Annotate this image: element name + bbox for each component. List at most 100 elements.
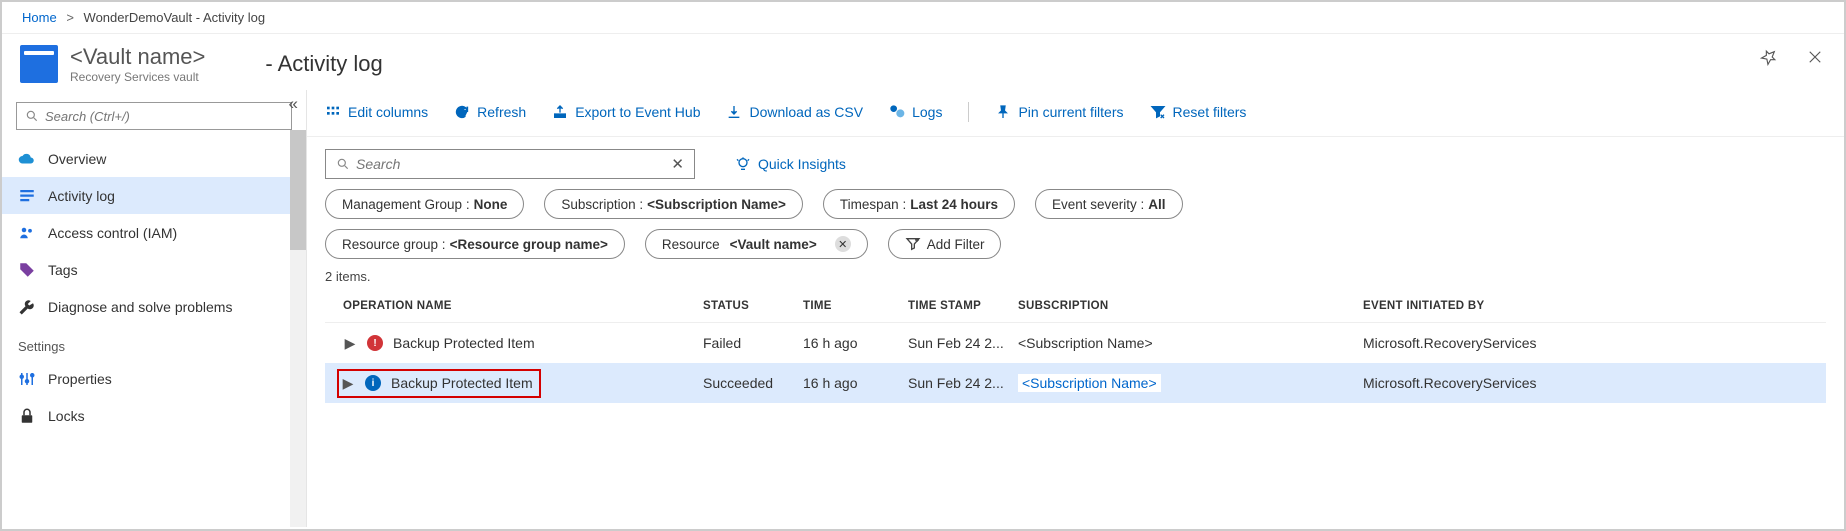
table-row[interactable]: ▶ ! Backup Protected Item Failed 16 h ag… [325, 323, 1826, 363]
highlighted-item: ▶ i Backup Protected Item [337, 369, 541, 398]
pin-icon[interactable] [1760, 48, 1778, 69]
sidebar-item-activity-log[interactable]: Activity log [2, 177, 306, 214]
breadcrumb-home[interactable]: Home [22, 10, 57, 25]
filter-resource-group[interactable]: Resource group : <Resource group name> [325, 229, 625, 259]
refresh-button[interactable]: Refresh [454, 104, 526, 120]
export-icon [552, 104, 568, 120]
cell-timestamp: Sun Feb 24 2... [908, 375, 1018, 391]
page-subtitle: Recovery Services vault [70, 70, 205, 84]
cell-time: 16 h ago [803, 335, 908, 351]
pill-label: Resource group : [342, 237, 446, 252]
filter-add-icon [905, 236, 921, 252]
cell-time: 16 h ago [803, 375, 908, 391]
clear-icon[interactable]: ✕ [671, 155, 684, 173]
table-row[interactable]: ▶ i Backup Protected Item Succeeded 16 h… [325, 363, 1826, 403]
cell-status: Succeeded [703, 375, 803, 391]
col-time[interactable]: TIME [803, 300, 908, 312]
cmd-label: Refresh [477, 104, 526, 120]
cmd-label: Reset filters [1173, 104, 1247, 120]
page-title: <Vault name> [70, 44, 205, 70]
sidebar-item-access-control[interactable]: Access control (IAM) [2, 214, 306, 251]
cmd-label: Download as CSV [749, 104, 863, 120]
divider [968, 102, 969, 122]
col-subscription[interactable]: SUBSCRIPTION [1018, 300, 1363, 312]
pill-label: Event severity : [1052, 197, 1144, 212]
pill-value: <Vault name> [730, 237, 817, 252]
filter-subscription[interactable]: Subscription : <Subscription Name> [544, 189, 803, 219]
pill-value: All [1148, 197, 1165, 212]
sidebar-search-input[interactable] [45, 109, 283, 124]
sliders-icon [18, 370, 36, 388]
filter-timespan[interactable]: Timespan : Last 24 hours [823, 189, 1015, 219]
quick-insights-button[interactable]: Quick Insights [735, 156, 846, 172]
cmd-label: Logs [912, 104, 942, 120]
info-icon: i [365, 375, 381, 391]
collapse-icon[interactable]: « [289, 94, 298, 114]
sidebar-scrollbar[interactable] [290, 130, 306, 527]
logs-button[interactable]: Logs [889, 104, 942, 120]
pill-label: Management Group : [342, 197, 470, 212]
quick-insights-label: Quick Insights [758, 156, 846, 172]
log-icon [18, 187, 36, 205]
main-panel: Edit columns Refresh Export to Event Hub… [307, 90, 1844, 527]
logs-icon [889, 104, 905, 120]
expand-icon[interactable]: ▶ [343, 335, 357, 352]
cmd-label: Export to Event Hub [575, 104, 700, 120]
cmd-label: Edit columns [348, 104, 428, 120]
cell-subscription[interactable]: <Subscription Name> [1018, 375, 1363, 391]
cell-status: Failed [703, 335, 803, 351]
operation-name: Backup Protected Item [391, 375, 533, 391]
page-title-suffix: - Activity log [265, 51, 382, 77]
activity-search-input[interactable] [356, 156, 671, 172]
export-button[interactable]: Export to Event Hub [552, 104, 700, 120]
sidebar: « Overview Activity log Access control (… [2, 90, 307, 527]
sidebar-item-label: Properties [48, 371, 112, 387]
operation-name: Backup Protected Item [393, 335, 535, 351]
sidebar-item-locks[interactable]: Locks [2, 397, 306, 434]
sidebar-item-diagnose[interactable]: Diagnose and solve problems [2, 288, 306, 325]
cmd-label: Pin current filters [1018, 104, 1123, 120]
filter-resource[interactable]: Resource <Vault name> ✕ [645, 229, 868, 259]
pill-value: <Resource group name> [450, 237, 608, 252]
sidebar-item-properties[interactable]: Properties [2, 360, 306, 397]
pin-filters-button[interactable]: Pin current filters [995, 104, 1123, 120]
col-status[interactable]: STATUS [703, 300, 803, 312]
expand-icon[interactable]: ▶ [341, 375, 355, 392]
bulb-icon [735, 156, 751, 172]
add-filter-button[interactable]: Add Filter [888, 229, 1002, 259]
sidebar-item-overview[interactable]: Overview [2, 140, 306, 177]
pill-value: Last 24 hours [910, 197, 998, 212]
col-operation[interactable]: OPERATION NAME [343, 300, 703, 312]
chevron-right-icon: > [66, 10, 74, 25]
edit-columns-button[interactable]: Edit columns [325, 104, 428, 120]
remove-filter-icon[interactable]: ✕ [835, 236, 851, 252]
sidebar-search[interactable] [16, 102, 292, 130]
close-icon[interactable] [1806, 48, 1824, 69]
cell-initiator: Microsoft.RecoveryServices [1363, 335, 1808, 351]
filter-management-group[interactable]: Management Group : None [325, 189, 524, 219]
cell-timestamp: Sun Feb 24 2... [908, 335, 1018, 351]
sidebar-item-label: Overview [48, 151, 106, 167]
sidebar-item-label: Locks [48, 408, 85, 424]
pill-label: Resource [662, 237, 720, 252]
col-timestamp[interactable]: TIME STAMP [908, 300, 1018, 312]
filter-severity[interactable]: Event severity : All [1035, 189, 1183, 219]
activity-search[interactable]: ✕ [325, 149, 695, 179]
columns-icon [325, 104, 341, 120]
filter-reset-icon [1150, 104, 1166, 120]
item-count: 2 items. [325, 269, 1826, 284]
table-header: OPERATION NAME STATUS TIME TIME STAMP SU… [325, 290, 1826, 323]
command-bar: Edit columns Refresh Export to Event Hub… [307, 96, 1844, 137]
download-csv-button[interactable]: Download as CSV [726, 104, 863, 120]
people-icon [18, 224, 36, 242]
col-initiator[interactable]: EVENT INITIATED BY [1363, 300, 1808, 312]
sidebar-item-tags[interactable]: Tags [2, 251, 306, 288]
refresh-icon [454, 104, 470, 120]
tag-icon [18, 261, 36, 279]
vault-icon [20, 45, 58, 83]
sidebar-item-label: Diagnose and solve problems [48, 299, 232, 315]
reset-filters-button[interactable]: Reset filters [1150, 104, 1247, 120]
error-icon: ! [367, 335, 383, 351]
pill-value: None [474, 197, 508, 212]
breadcrumb-current: WonderDemoVault - Activity log [84, 10, 266, 25]
